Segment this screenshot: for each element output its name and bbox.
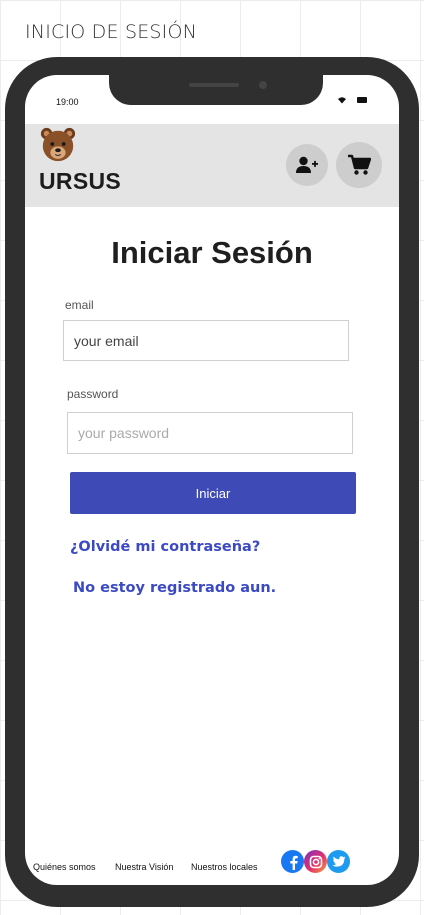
facebook-glyph-icon [289, 855, 298, 870]
instagram-glyph-icon [309, 855, 322, 868]
twitter-glyph-icon [331, 855, 345, 867]
email-label: email [65, 298, 94, 312]
footer-link-locations[interactable]: Nuestros locales [191, 862, 258, 872]
footer-link-vision[interactable]: Nuestra Visión [115, 862, 173, 872]
instagram-icon[interactable] [304, 850, 327, 873]
bear-logo-icon[interactable] [39, 126, 77, 164]
user-plus-icon [296, 156, 318, 173]
twitter-icon[interactable] [327, 850, 350, 873]
login-button[interactable]: Iniciar [70, 472, 356, 514]
status-icons [337, 96, 367, 104]
password-field[interactable] [67, 412, 353, 454]
register-link[interactable]: No estoy registrado aun. [73, 580, 276, 596]
app-header: URSUS [25, 124, 399, 207]
footer: Quiénes somos Nuestra Visión Nuestros lo… [25, 840, 399, 880]
add-user-button[interactable] [286, 144, 328, 186]
cart-button[interactable] [336, 142, 382, 188]
facebook-icon[interactable] [281, 850, 304, 873]
battery-icon [357, 97, 367, 103]
phone-notch [109, 75, 323, 105]
camera-icon [259, 81, 267, 89]
footer-link-about[interactable]: Quiénes somos [33, 862, 96, 872]
phone-frame: 19:00 URSUS Iniciar Sesión email your em… [5, 57, 419, 907]
shopping-cart-icon [348, 154, 371, 175]
brand-name: URSUS [39, 168, 122, 194]
status-time: 19:00 [56, 97, 79, 107]
password-label: password [67, 387, 119, 401]
page-title: Iniciar Sesión [111, 235, 313, 270]
frame-title: INICIO DE SESIÓN [25, 21, 198, 43]
wifi-icon [338, 97, 346, 104]
speaker-icon [189, 83, 239, 87]
email-field[interactable] [63, 320, 349, 361]
phone-screen: 19:00 URSUS Iniciar Sesión email your em… [25, 75, 399, 885]
forgot-password-link[interactable]: ¿Olvidé mi contraseña? [70, 539, 260, 555]
